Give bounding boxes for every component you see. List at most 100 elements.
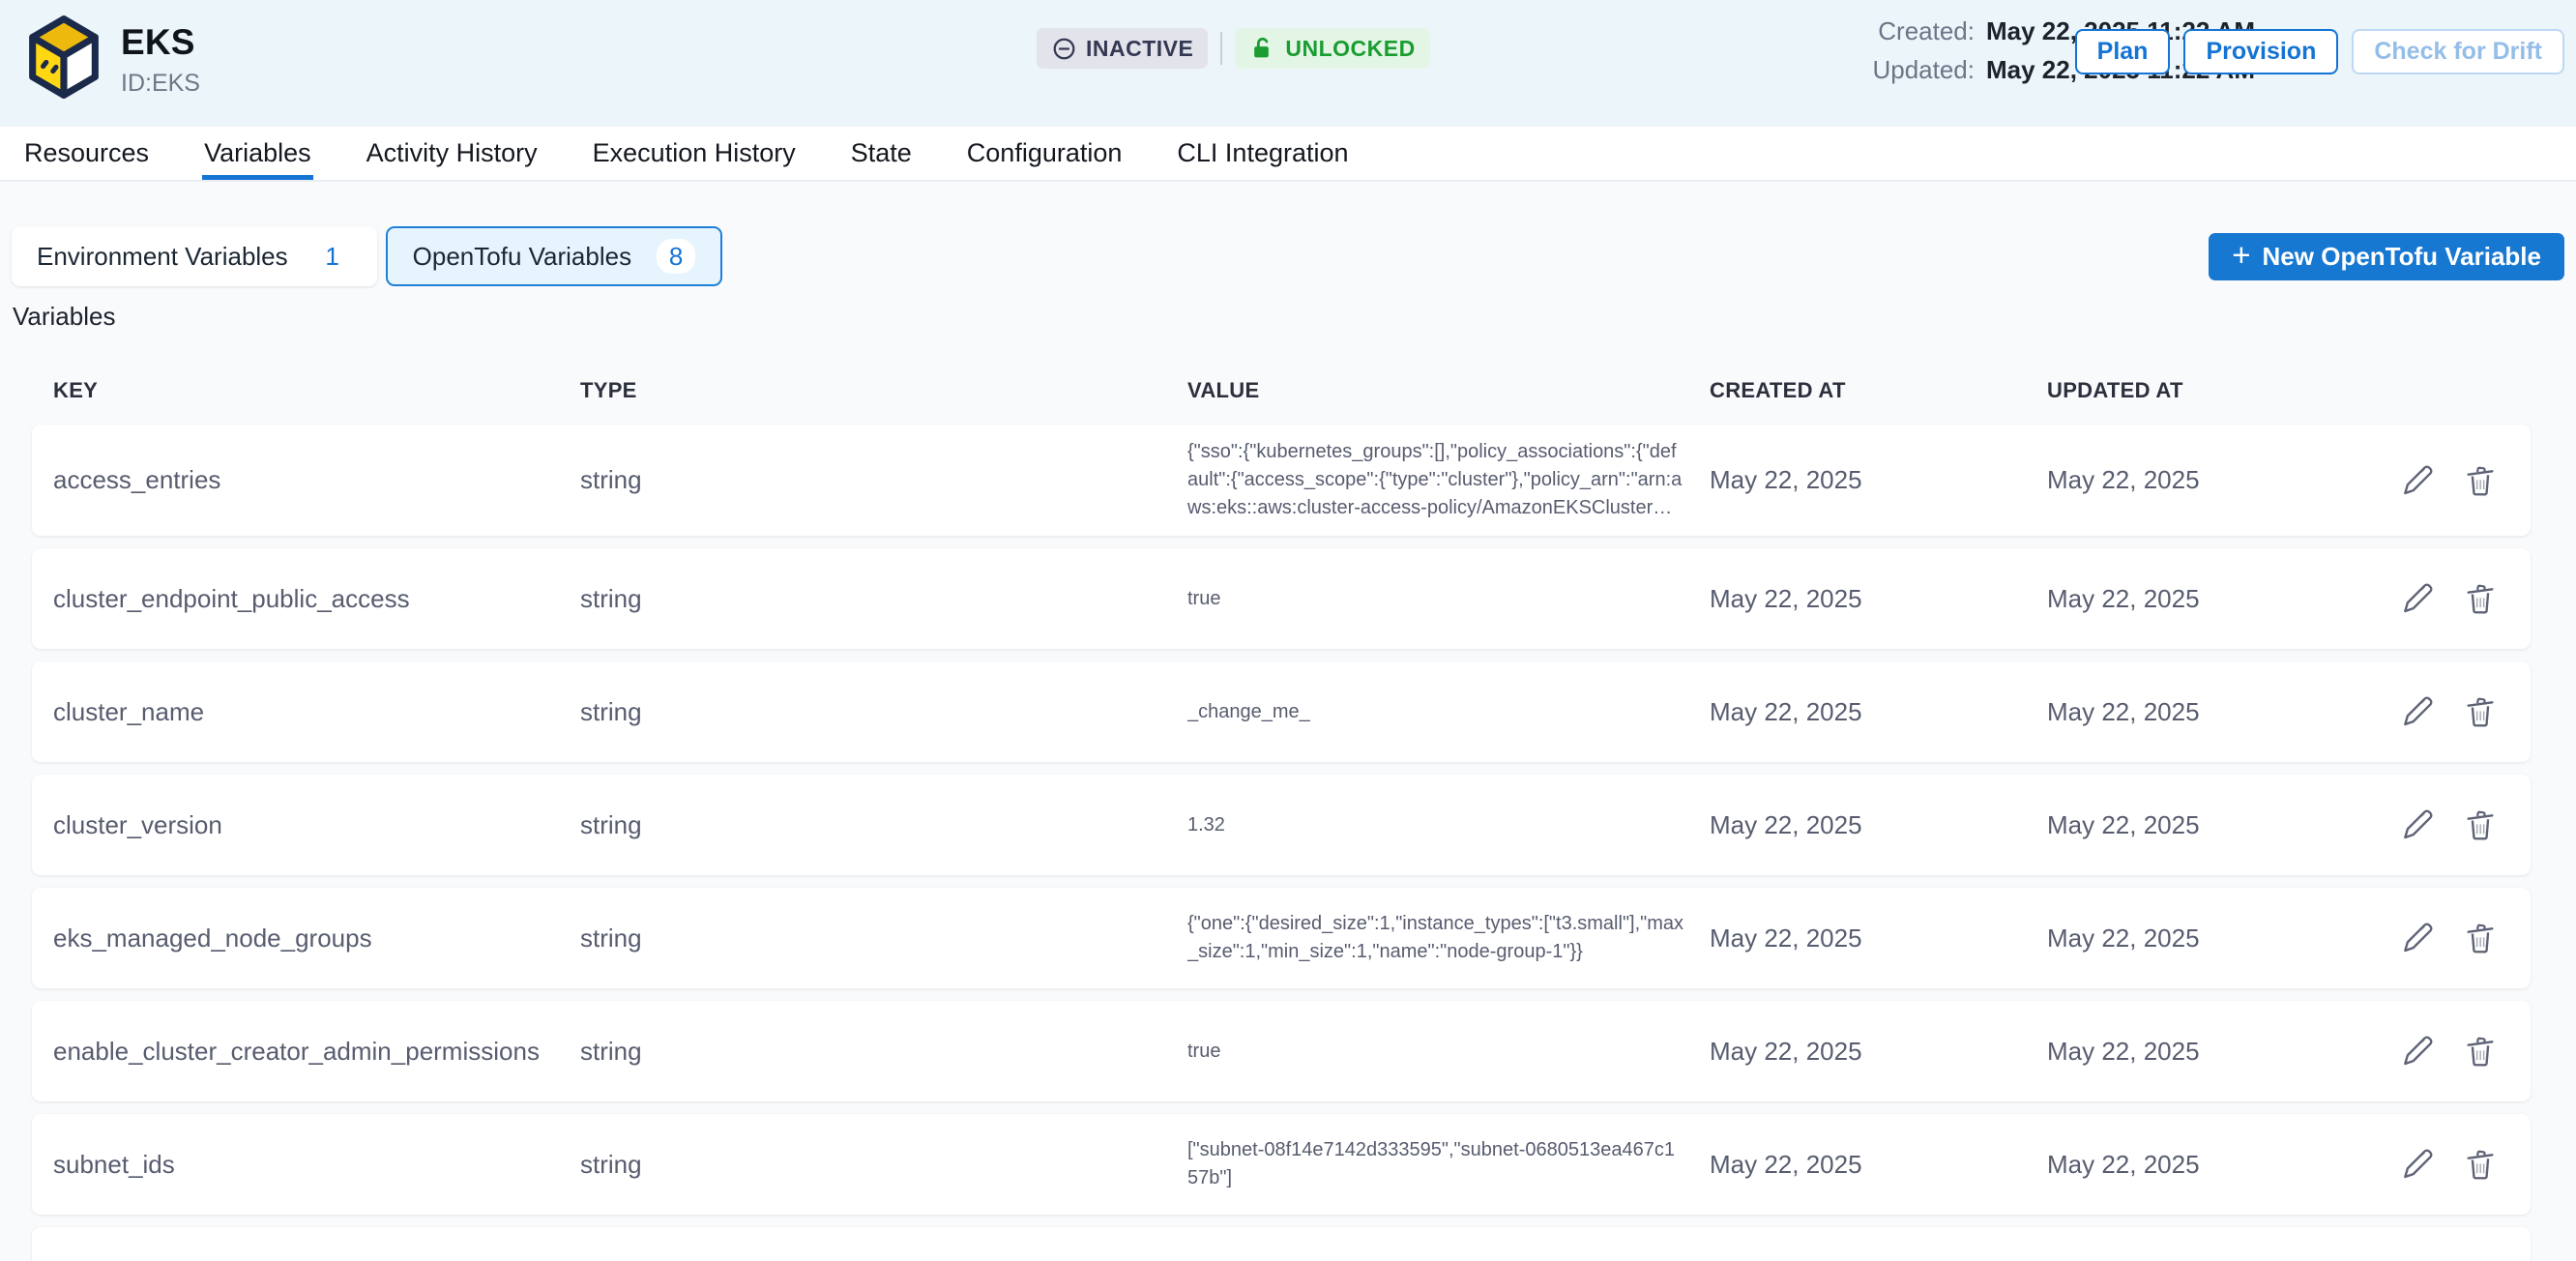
column-header-created-at: CREATED AT bbox=[1710, 378, 2047, 403]
column-header-type: TYPE bbox=[580, 378, 1187, 403]
variable-created-at: May 22, 2025 bbox=[1710, 465, 2047, 495]
variable-type: string bbox=[580, 1150, 1187, 1180]
delete-variable-button[interactable] bbox=[2462, 1146, 2499, 1183]
table-row: cluster_endpoint_public_access string tr… bbox=[32, 548, 2531, 649]
subtab-environment-variables[interactable]: Environment Variables 1 bbox=[12, 226, 377, 286]
variable-value: true bbox=[1187, 1038, 1710, 1066]
variable-created-at: May 22, 2025 bbox=[1710, 810, 2047, 840]
trash-icon bbox=[2462, 1033, 2499, 1070]
variables-table-header: KEY TYPE VALUE CREATED AT UPDATED AT bbox=[32, 378, 2531, 403]
trash-icon bbox=[2462, 462, 2499, 499]
row-actions bbox=[2388, 580, 2531, 617]
opentofu-variables-count: 8 bbox=[657, 239, 695, 274]
edit-variable-button[interactable] bbox=[2399, 1146, 2436, 1183]
variable-key: cluster_version bbox=[32, 810, 580, 840]
trash-icon bbox=[2462, 806, 2499, 843]
table-row: cluster_version string 1.32 May 22, 2025… bbox=[32, 775, 2531, 875]
environment-titles: EKS ID:EKS bbox=[121, 16, 200, 98]
environment-header: EKS ID:EKS INACTIVE UNLOCKED bbox=[0, 0, 2576, 127]
variable-key: subnet_ids bbox=[32, 1150, 580, 1180]
variable-updated-at: May 22, 2025 bbox=[2047, 810, 2388, 840]
delete-variable-button[interactable] bbox=[2462, 920, 2499, 956]
variable-updated-at: May 22, 2025 bbox=[2047, 584, 2388, 614]
variables-table-body: access_entries string {"sso":{"kubernete… bbox=[32, 425, 2531, 1261]
plan-button[interactable]: Plan bbox=[2075, 29, 2171, 74]
variable-updated-at: May 22, 2025 bbox=[2047, 465, 2388, 495]
status-badges: INACTIVE UNLOCKED bbox=[1037, 28, 1430, 69]
table-row: access_entries string {"sso":{"kubernete… bbox=[32, 425, 2531, 536]
variable-value: _change_me_ bbox=[1187, 698, 1710, 726]
delete-variable-button[interactable] bbox=[2462, 693, 2499, 730]
updated-label: Updated: bbox=[1872, 55, 1975, 85]
badge-divider bbox=[1220, 32, 1222, 65]
delete-variable-button[interactable] bbox=[2462, 806, 2499, 843]
table-row: vpc_id string vpc-078b51c6cbc5581f1 May … bbox=[32, 1227, 2531, 1261]
variable-created-at: May 22, 2025 bbox=[1710, 1037, 2047, 1067]
delete-variable-button[interactable] bbox=[2462, 462, 2499, 499]
tab-activity-history[interactable]: Activity History bbox=[365, 127, 540, 180]
table-row: subnet_ids string ["subnet-08f14e7142d33… bbox=[32, 1114, 2531, 1215]
edit-variable-button[interactable] bbox=[2399, 462, 2436, 499]
edit-variable-button[interactable] bbox=[2399, 693, 2436, 730]
status-badge-label: INACTIVE bbox=[1086, 36, 1193, 62]
variable-type: string bbox=[580, 924, 1187, 953]
row-actions bbox=[2388, 693, 2531, 730]
edit-variable-button[interactable] bbox=[2399, 920, 2436, 956]
tab-variables[interactable]: Variables bbox=[202, 127, 313, 180]
variables-content: Environment Variables 1 OpenTofu Variabl… bbox=[0, 182, 2576, 1261]
pencil-icon bbox=[2399, 462, 2436, 499]
tab-configuration[interactable]: Configuration bbox=[965, 127, 1125, 180]
new-opentofu-variable-label: New OpenTofu Variable bbox=[2263, 242, 2541, 272]
header-action-buttons: Plan Provision Check for Drift bbox=[2075, 29, 2564, 74]
variable-key: cluster_endpoint_public_access bbox=[32, 584, 580, 614]
tab-resources[interactable]: Resources bbox=[22, 127, 151, 180]
variable-created-at: May 22, 2025 bbox=[1710, 1150, 2047, 1180]
delete-variable-button[interactable] bbox=[2462, 580, 2499, 617]
variable-created-at: May 22, 2025 bbox=[1710, 697, 2047, 727]
subtab-opentofu-variables[interactable]: OpenTofu Variables 8 bbox=[386, 226, 722, 286]
pencil-icon bbox=[2399, 1033, 2436, 1070]
column-header-updated-at: UPDATED AT bbox=[2047, 378, 2388, 403]
environment-page: EKS ID:EKS INACTIVE UNLOCKED bbox=[0, 0, 2576, 1261]
check-for-drift-button[interactable]: Check for Drift bbox=[2352, 29, 2564, 74]
subtab-opentofu-label: OpenTofu Variables bbox=[413, 242, 631, 272]
lock-badge-unlocked: UNLOCKED bbox=[1235, 28, 1429, 69]
edit-variable-button[interactable] bbox=[2399, 806, 2436, 843]
variable-type: string bbox=[580, 584, 1187, 614]
pencil-icon bbox=[2399, 920, 2436, 956]
circle-minus-icon bbox=[1051, 36, 1077, 62]
row-actions bbox=[2388, 462, 2531, 499]
status-badge-inactive: INACTIVE bbox=[1037, 28, 1208, 69]
environment-title: EKS bbox=[121, 22, 200, 63]
variable-updated-at: May 22, 2025 bbox=[2047, 924, 2388, 953]
created-label: Created: bbox=[1872, 16, 1975, 46]
provision-button[interactable]: Provision bbox=[2183, 29, 2338, 74]
edit-variable-button[interactable] bbox=[2399, 1033, 2436, 1070]
row-actions bbox=[2388, 920, 2531, 956]
column-header-value: VALUE bbox=[1187, 378, 1710, 403]
trash-icon bbox=[2462, 920, 2499, 956]
tab-execution-history[interactable]: Execution History bbox=[591, 127, 798, 180]
pencil-icon bbox=[2399, 1146, 2436, 1183]
pencil-icon bbox=[2399, 806, 2436, 843]
delete-variable-button[interactable] bbox=[2462, 1033, 2499, 1070]
tab-state[interactable]: State bbox=[849, 127, 914, 180]
environment-variables-count: 1 bbox=[313, 239, 352, 274]
variable-key: enable_cluster_creator_admin_permissions bbox=[32, 1037, 580, 1067]
variable-created-at: May 22, 2025 bbox=[1710, 924, 2047, 953]
variable-updated-at: May 22, 2025 bbox=[2047, 1037, 2388, 1067]
variable-updated-at: May 22, 2025 bbox=[2047, 1150, 2388, 1180]
row-actions bbox=[2388, 1033, 2531, 1070]
environment-id: ID:EKS bbox=[121, 70, 200, 98]
edit-variable-button[interactable] bbox=[2399, 580, 2436, 617]
pencil-icon bbox=[2399, 580, 2436, 617]
tab-cli-integration[interactable]: CLI Integration bbox=[1175, 127, 1350, 180]
new-opentofu-variable-button[interactable]: + New OpenTofu Variable bbox=[2209, 233, 2564, 280]
subtab-environment-label: Environment Variables bbox=[37, 242, 288, 272]
table-row: enable_cluster_creator_admin_permissions… bbox=[32, 1001, 2531, 1101]
row-actions bbox=[2388, 806, 2531, 843]
trash-icon bbox=[2462, 1146, 2499, 1183]
tofu-cube-logo-icon bbox=[24, 14, 103, 101]
trash-icon bbox=[2462, 693, 2499, 730]
variable-type: string bbox=[580, 1037, 1187, 1067]
